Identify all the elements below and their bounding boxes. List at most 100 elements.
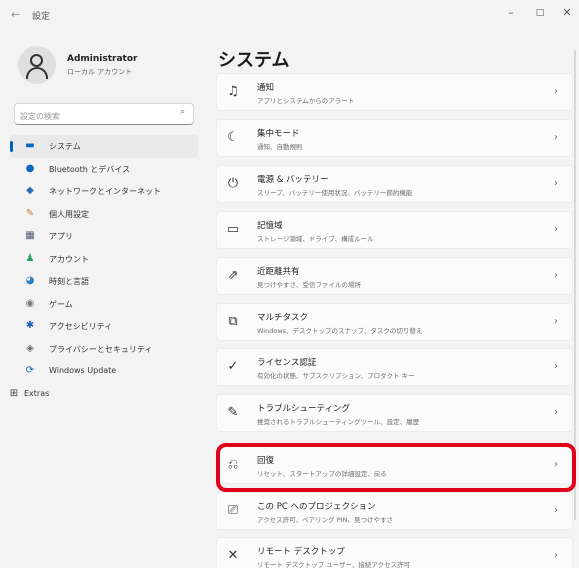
profile-account-type: ローカル アカウント xyxy=(67,68,133,76)
setting-card-title: 近距離共有 xyxy=(257,267,300,277)
time-language-icon: ◕ xyxy=(25,275,35,286)
setting-card-bell[interactable]: ♫ 通知 アプリとシステムからのアラート › xyxy=(216,73,573,111)
sidebar-item-label: システム xyxy=(49,142,81,151)
setting-card-title: ライセンス認証 xyxy=(257,358,317,368)
chevron-right-icon: › xyxy=(554,407,558,418)
activation-icon: ✓ xyxy=(227,359,239,374)
chevron-right-icon: › xyxy=(554,86,558,97)
apps-icon: ▦ xyxy=(25,230,35,241)
setting-card-multitasking[interactable]: ⧉ マルチタスク Windows、デスクトップのスナップ、タスクの切り替え › xyxy=(216,303,573,341)
setting-card-activation[interactable]: ✓ ライセンス認証 有効化の状態、サブスクリプション、プロダクト キー › xyxy=(216,348,573,386)
window-title: 設定 xyxy=(32,12,51,22)
multitasking-icon: ⧉ xyxy=(228,314,238,329)
setting-card-subtitle: 通知、自動規則 xyxy=(257,143,303,151)
privacy-icon: ◈ xyxy=(26,342,34,354)
sidebar-item-bluetooth[interactable]: ● Bluetooth とデバイス xyxy=(10,158,198,181)
setting-card-title: この PC へのプロジェクション xyxy=(257,502,376,512)
setting-card-subtitle: リモート デスクトップ ユーザー、接続アクセス許可 xyxy=(257,561,411,568)
sidebar-item-accounts[interactable]: ♟ アカウント xyxy=(10,248,198,271)
minimize-button[interactable]: – xyxy=(499,4,523,22)
sidebar-item-label: アクセシビリティ xyxy=(49,322,113,331)
chevron-right-icon: › xyxy=(554,132,558,143)
sidebar-item-label: Windows Update xyxy=(49,366,117,375)
troubleshoot-icon: ✎ xyxy=(227,405,239,420)
setting-card-title: リモート デスクトップ xyxy=(257,547,345,557)
setting-card-subtitle: 見つけやすさ、受信ファイルの場所 xyxy=(257,281,361,289)
settings-search-box[interactable]: ⌕ xyxy=(14,103,194,127)
bell-icon: ♫ xyxy=(227,84,239,99)
system-icon: ▬ xyxy=(25,140,35,151)
chevron-right-icon: › xyxy=(554,224,558,235)
setting-card-subtitle: アクセス許可、ペアリング PIN、見つけやすさ xyxy=(257,516,393,524)
close-button[interactable]: ✕ xyxy=(555,4,579,22)
sidebar-item-label: 時刻と言語 xyxy=(49,277,89,286)
projection-icon: ⎚ xyxy=(227,503,239,518)
setting-card-storage[interactable]: ▭ 記憶域ストレージ領域、ドライブ、構成ルール › xyxy=(216,211,573,249)
page-title: システム xyxy=(218,50,290,71)
active-indicator xyxy=(10,141,13,152)
setting-card-subtitle: アプリとシステムからのアラート xyxy=(257,97,355,105)
setting-card-remote-desktop[interactable]: ✕ リモート デスクトップリモート デスクトップ ユーザー、接続アクセス許可 › xyxy=(216,537,573,568)
sidebar-item-gaming[interactable]: ◉ ゲーム xyxy=(10,293,198,316)
avatar-body-icon xyxy=(26,67,48,79)
maximize-button[interactable]: □ xyxy=(528,4,552,22)
chevron-right-icon: › xyxy=(554,505,558,516)
setting-card-title: 記憶域 xyxy=(257,221,283,231)
sidebar-item-label: Bluetooth とデバイス xyxy=(49,164,131,174)
setting-card-subtitle: 推奨されるトラブルシューティングツール、設定、履歴 xyxy=(257,418,420,426)
chevron-right-icon: › xyxy=(554,178,558,189)
sidebar-item-label: ゲーム xyxy=(49,299,73,309)
sidebar-item-system[interactable]: ▬ システム xyxy=(10,135,198,158)
avatar-head-icon xyxy=(30,54,43,67)
sidebar-nav: ▬ システム ● Bluetooth とデバイス ◆ ネットワークとインターネット ✎ 個人用… xyxy=(10,135,200,405)
sidebar-item-apps[interactable]: ▦ アプリ xyxy=(10,225,198,248)
windows-update-icon: ⟳ xyxy=(25,365,35,376)
back-arrow-icon[interactable]: ← xyxy=(11,8,20,21)
sidebar-item-label: アカウント xyxy=(49,254,89,264)
sidebar-item-extras[interactable]: ⊞ Extras xyxy=(10,383,198,406)
sidebar-item-network[interactable]: ◆ ネットワークとインターネット xyxy=(10,180,198,203)
setting-card-title: マルチタスク xyxy=(257,313,309,323)
chevron-right-icon: › xyxy=(554,270,558,281)
profile-name: Administrator xyxy=(67,54,138,64)
sidebar-item-time-language[interactable]: ◕ 時刻と言語 xyxy=(10,270,198,293)
setting-card-projection[interactable]: ⎚ この PC へのプロジェクションアクセス許可、ペアリング PIN、見つけやすさ… xyxy=(216,492,573,530)
avatar xyxy=(18,46,56,84)
setting-card-focus[interactable]: ☾ 集中モード通知、自動規則 › xyxy=(216,119,573,157)
title-bar: ← 設定 – □ ✕ xyxy=(0,0,579,34)
setting-card-subtitle: 有効化の状態、サブスクリプション、プロダクト キー xyxy=(257,372,415,380)
focus-icon: ☾ xyxy=(227,130,239,145)
chevron-right-icon: › xyxy=(554,316,558,327)
search-input[interactable] xyxy=(15,106,165,127)
storage-icon: ▭ xyxy=(226,222,240,237)
setting-card-troubleshoot[interactable]: ✎ トラブルシューティング推奨されるトラブルシューティングツール、設定、履歴 › xyxy=(216,394,573,432)
sidebar-item-privacy[interactable]: ◈ プライバシーとセキュリティ xyxy=(10,338,198,361)
gaming-icon: ◉ xyxy=(25,297,35,309)
remote-desktop-icon: ✕ xyxy=(227,548,239,563)
chevron-right-icon: › xyxy=(554,550,558,561)
search-icon[interactable]: ⌕ xyxy=(180,107,185,117)
sidebar-item-label: アプリ xyxy=(49,232,73,241)
annotation-highlight-box xyxy=(216,443,576,492)
sidebar-item-accessibility[interactable]: ✱ アクセシビリティ xyxy=(10,315,198,338)
personalization-icon: ✎ xyxy=(25,207,35,219)
sidebar-item-windows-update[interactable]: ⟳ Windows Update xyxy=(10,360,198,383)
setting-card-title: トラブルシューティング xyxy=(257,404,350,414)
setting-card-subtitle: Windows、デスクトップのスナップ、タスクの切り替え xyxy=(257,327,423,335)
setting-card-nearby-sharing[interactable]: ⇗ 近距離共有見つけやすさ、受信ファイルの場所 › xyxy=(216,257,573,295)
accounts-icon: ♟ xyxy=(25,252,35,264)
sidebar-item-personalization[interactable]: ✎ 個人用設定 xyxy=(10,203,198,226)
setting-card-subtitle: スリープ、バッテリー使用状況、バッテリー節約機能 xyxy=(257,189,413,197)
setting-card-power[interactable]: ⏻ 電源 & バッテリー スリープ、バッテリー使用状況、バッテリー節約機能 › xyxy=(216,165,573,203)
power-icon: ⏻ xyxy=(227,176,239,191)
settings-card-list: ♫ 通知 アプリとシステムからのアラート › ☾ 集中モード 通知、自動規則 › ⏻ 電源 & バ… xyxy=(216,73,573,568)
nearby-sharing-icon: ⇗ xyxy=(227,268,239,283)
extras-icon: ⊞ xyxy=(9,387,19,399)
setting-card-subtitle: ストレージ領域、ドライブ、構成ルール xyxy=(257,235,374,243)
accessibility-icon: ✱ xyxy=(25,320,35,331)
sidebar-item-label: プライバシーとセキュリティ xyxy=(49,344,153,354)
user-profile[interactable]: Administrator ローカル アカウント xyxy=(18,46,198,86)
setting-card-title: 集中モード xyxy=(257,129,300,139)
sidebar-item-label: 個人用設定 xyxy=(49,209,89,219)
sidebar-item-label: Extras xyxy=(24,388,50,398)
